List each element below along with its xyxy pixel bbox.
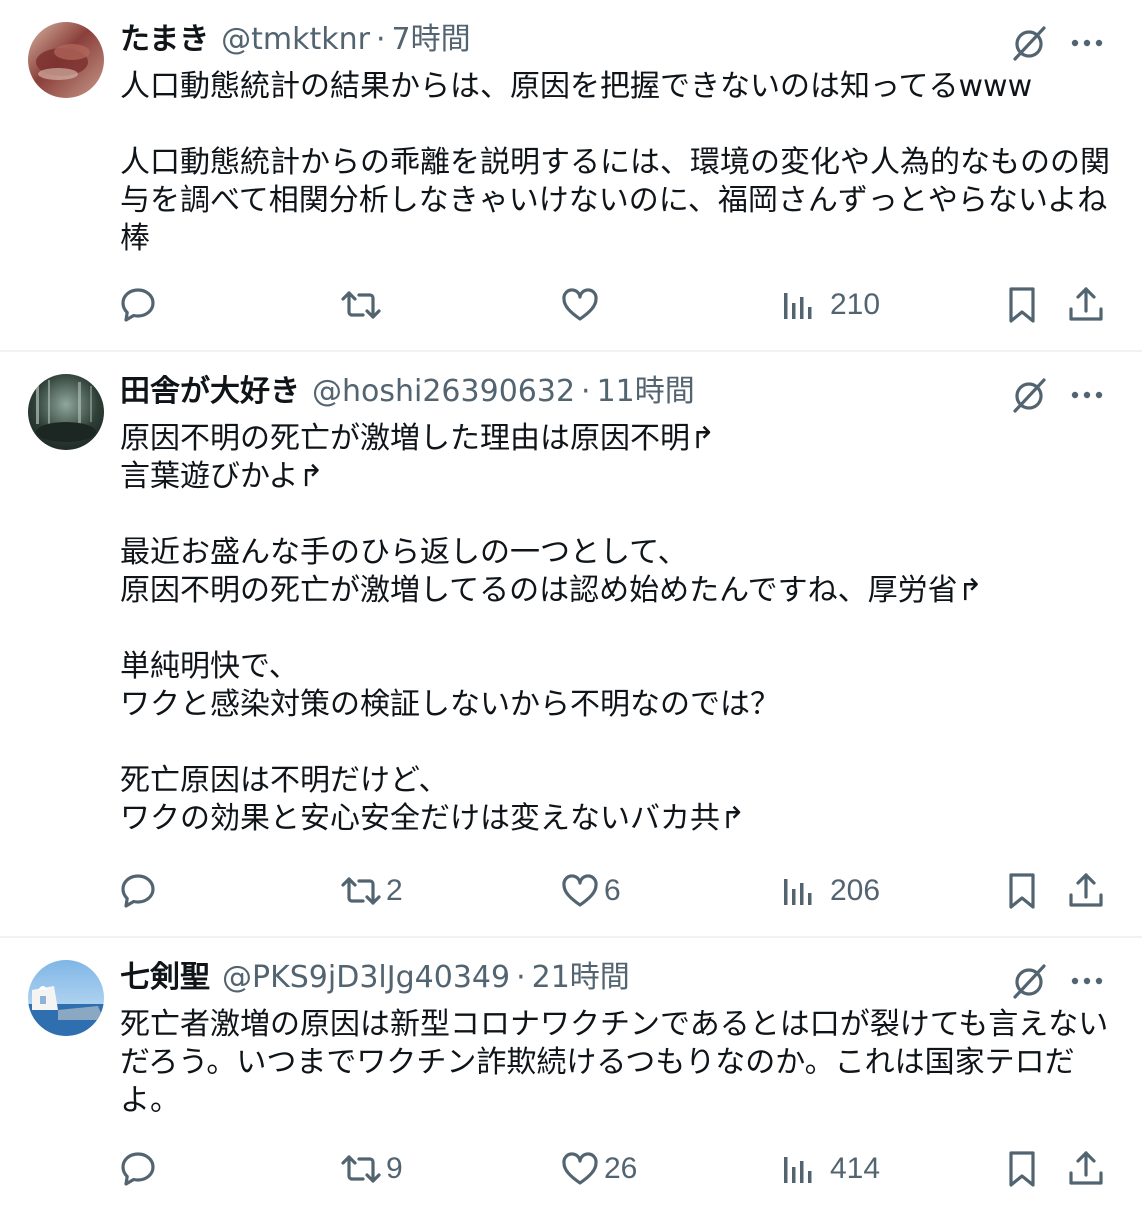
bookmark-button[interactable] [1002, 866, 1042, 916]
like-button[interactable] [560, 280, 604, 330]
separator-dot: · [375, 22, 386, 57]
share-button[interactable] [1066, 280, 1106, 330]
post[interactable]: 七剣聖 @PKS9jD3lJg40349 · 21時間 死亡者激増の原因は新型コ… [0, 938, 1142, 1214]
action-bar: 2 6 206 [0, 866, 1142, 916]
repost-icon [340, 871, 382, 911]
display-name[interactable]: 田舎が大好き [120, 370, 300, 414]
post-header: たまき @tmktknr · 7時間 [120, 18, 471, 62]
share-icon [1066, 871, 1106, 911]
user-handle[interactable]: @PKS9jD3lJg40349 [222, 956, 510, 1000]
post-text: 原因不明の死亡が激増した理由は原因不明↱ 言葉遊びかよ↱ 最近お盛んな手のひら返… [120, 421, 983, 836]
views-count: 414 [830, 1152, 881, 1185]
share-button[interactable] [1066, 1144, 1106, 1194]
like-icon [560, 1149, 600, 1189]
like-icon [560, 871, 600, 911]
post[interactable]: たまき @tmktknr · 7時間 人口動態統計の結果からは、原因を把握できな… [0, 0, 1142, 352]
more-icon[interactable] [1066, 22, 1108, 64]
views-button[interactable]: 206 [782, 866, 880, 916]
grok-icon[interactable] [1008, 374, 1050, 416]
like-count: 6 [604, 874, 621, 907]
timeline-feed: たまき @tmktknr · 7時間 人口動態統計の結果からは、原因を把握できな… [0, 0, 1142, 1214]
separator-dot: · [581, 374, 591, 409]
repost-button[interactable]: 9 [340, 1144, 403, 1194]
views-button[interactable]: 414 [782, 1144, 880, 1194]
share-icon [1066, 1149, 1106, 1189]
separator-dot: · [516, 960, 526, 995]
bookmark-icon [1002, 871, 1042, 911]
bookmark-button[interactable] [1002, 280, 1042, 330]
repost-icon [340, 1149, 382, 1189]
display-name[interactable]: 七剣聖 [120, 956, 210, 1000]
reply-icon [118, 285, 158, 325]
post-time[interactable]: 7時間 [392, 18, 471, 62]
reply-button[interactable] [118, 866, 162, 916]
post-header: 田舎が大好き @hoshi26390632 · 11時間 [120, 370, 695, 414]
views-count: 210 [830, 288, 881, 321]
repost-button[interactable]: 2 [340, 866, 403, 916]
grok-icon[interactable] [1008, 960, 1050, 1002]
action-bar: 210 [0, 280, 1142, 330]
bookmark-button[interactable] [1002, 1144, 1042, 1194]
repost-icon [340, 285, 382, 325]
reply-button[interactable] [118, 280, 162, 330]
views-button[interactable]: 210 [782, 280, 880, 330]
grok-icon[interactable] [1008, 22, 1050, 64]
repost-count: 9 [386, 1152, 403, 1185]
action-bar: 9 26 414 [0, 1144, 1142, 1194]
reply-icon [118, 1149, 158, 1189]
user-handle[interactable]: @hoshi26390632 [312, 370, 575, 414]
more-icon[interactable] [1066, 960, 1108, 1002]
more-icon[interactable] [1066, 374, 1108, 416]
reply-button[interactable] [118, 1144, 162, 1194]
avatar[interactable] [28, 374, 104, 450]
avatar[interactable] [28, 960, 104, 1036]
views-count: 206 [830, 874, 881, 907]
post-time[interactable]: 11時間 [597, 370, 695, 414]
share-icon [1066, 285, 1106, 325]
repost-count: 2 [386, 874, 403, 907]
post-text: 人口動態統計の結果からは、原因を把握できないのは知ってるwww 人口動態統計から… [120, 69, 1110, 256]
views-icon [782, 1149, 816, 1189]
post[interactable]: 田舎が大好き @hoshi26390632 · 11時間 原因不明の死亡が激増し… [0, 352, 1142, 938]
views-icon [782, 871, 816, 911]
like-count: 26 [604, 1152, 638, 1185]
views-icon [782, 285, 816, 325]
post-time[interactable]: 21時間 [532, 956, 630, 1000]
share-button[interactable] [1066, 866, 1106, 916]
avatar[interactable] [28, 22, 104, 98]
user-handle[interactable]: @tmktknr [221, 18, 370, 62]
repost-button[interactable] [340, 280, 386, 330]
like-button[interactable]: 26 [560, 1144, 637, 1194]
post-text: 死亡者激増の原因は新型コロナワクチンであるとは口が裂けても言えないだろう。いつま… [120, 1007, 1109, 1118]
bookmark-icon [1002, 1149, 1042, 1189]
display-name[interactable]: たまき [120, 18, 209, 62]
reply-icon [118, 871, 158, 911]
bookmark-icon [1002, 285, 1042, 325]
post-header: 七剣聖 @PKS9jD3lJg40349 · 21時間 [120, 956, 630, 1000]
like-icon [560, 285, 600, 325]
like-button[interactable]: 6 [560, 866, 621, 916]
